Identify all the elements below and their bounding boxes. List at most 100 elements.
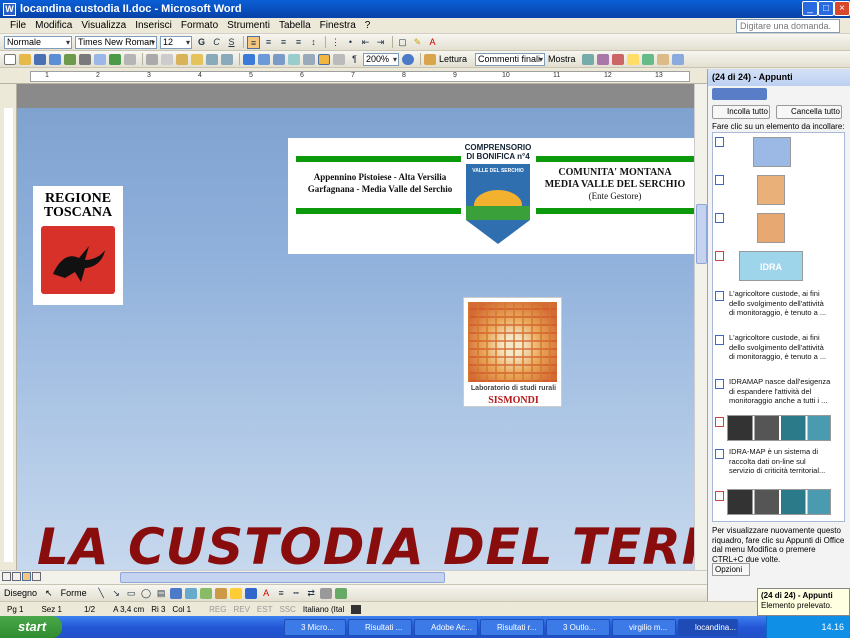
clipboard-item-image[interactable] — [713, 173, 833, 207]
menu-file[interactable]: File — [10, 20, 26, 31]
font-color-icon[interactable]: A — [426, 36, 439, 49]
review-icon[interactable] — [581, 53, 594, 65]
vertical-scrollbar[interactable] — [694, 84, 707, 570]
justify-icon[interactable]: ≡ — [292, 36, 305, 49]
regione-toscana-logo[interactable]: REGIONE TOSCANA — [33, 186, 123, 305]
bold-button[interactable]: G — [195, 36, 208, 49]
decrease-indent-icon[interactable]: ⇤ — [359, 36, 372, 49]
taskbar-item[interactable]: 3 Outlo... — [546, 618, 610, 636]
line-style-icon[interactable]: ≡ — [275, 587, 288, 600]
increase-indent-icon[interactable]: ⇥ — [374, 36, 387, 49]
align-center-icon[interactable]: ≡ — [262, 36, 275, 49]
underline-button[interactable]: S — [225, 36, 238, 49]
clipboard-item-image[interactable] — [713, 135, 833, 169]
clipboard-item-text[interactable]: IDRA-MAP è un sistema di raccolta dati o… — [713, 447, 833, 487]
preview-icon[interactable] — [94, 53, 106, 65]
fill-color-icon[interactable] — [229, 587, 242, 599]
oval-icon[interactable]: ◯ — [140, 587, 153, 600]
new-icon[interactable] — [4, 53, 16, 65]
3d-icon[interactable] — [334, 587, 347, 599]
numbering-icon[interactable]: ⋮ — [329, 36, 342, 49]
clipboard-list[interactable]: IDRA L'agricoltore custode, ai fini dell… — [712, 132, 845, 522]
menu-strumenti[interactable]: Strumenti — [227, 20, 270, 31]
select-objects-icon[interactable]: ↖ — [45, 588, 53, 599]
scroll-thumb[interactable] — [696, 204, 707, 264]
show-menu[interactable]: Mostra — [548, 54, 576, 64]
pane-navigation[interactable] — [712, 88, 767, 100]
taskbar-item[interactable]: Risultati r... — [480, 618, 544, 636]
highlight-icon[interactable]: ✎ — [411, 36, 424, 49]
track-changes-select[interactable]: Commenti finali — [475, 52, 546, 66]
arrow-icon[interactable]: ↘ — [110, 587, 123, 600]
help-search-input[interactable]: Digitare una domanda. — [736, 19, 840, 33]
menu-tabella[interactable]: Tabella — [279, 20, 311, 31]
clear-all-button[interactable]: Cancella tutto — [776, 105, 842, 119]
taskbar-item[interactable]: locandina... — [678, 618, 738, 636]
normal-view-icon[interactable] — [2, 572, 11, 581]
horizontal-scrollbar[interactable] — [0, 570, 707, 584]
font-color-icon[interactable]: A — [260, 587, 273, 600]
excel-icon[interactable] — [288, 53, 300, 65]
help-icon[interactable] — [402, 53, 414, 65]
clipart-icon[interactable] — [199, 587, 212, 599]
border-icon[interactable]: ▢ — [396, 36, 409, 49]
save-icon[interactable] — [34, 53, 46, 65]
align-left-icon[interactable]: ≡ — [247, 35, 260, 49]
options-button[interactable]: Opzioni — [712, 563, 750, 576]
taskbar-item[interactable]: Risultati ... — [348, 618, 412, 636]
toolbar-options-icon[interactable] — [671, 53, 684, 65]
zoom-select[interactable]: 200% — [363, 52, 399, 66]
menu-visualizza[interactable]: Visualizza — [81, 20, 126, 31]
draw-menu[interactable]: Disegno — [4, 588, 37, 598]
taskbar-item[interactable]: virgilio m... — [612, 618, 676, 636]
email-icon[interactable] — [64, 53, 76, 65]
style-select[interactable]: Normale — [4, 35, 72, 49]
dash-style-icon[interactable]: ┅ — [290, 587, 303, 600]
header-banner-image[interactable]: Appennino Pistoiese - Alta Versilia Garf… — [288, 138, 694, 254]
tables-icon[interactable] — [258, 53, 270, 65]
outline-view-icon[interactable] — [32, 572, 41, 581]
arrow-style-icon[interactable]: ⇄ — [305, 587, 318, 600]
shadow-icon[interactable] — [319, 587, 332, 599]
paste-icon[interactable] — [176, 53, 188, 65]
hyperlink-icon[interactable] — [243, 53, 255, 65]
read-button[interactable]: Lettura — [439, 54, 467, 64]
document-area[interactable]: Appennino Pistoiese - Alta Versilia Garf… — [17, 84, 694, 570]
drawing-icon[interactable] — [318, 53, 330, 65]
maximize-button[interactable]: □ — [818, 1, 834, 16]
start-button[interactable]: start — [0, 616, 62, 638]
line-spacing-icon[interactable]: ↕ — [307, 36, 320, 49]
align-right-icon[interactable]: ≡ — [277, 36, 290, 49]
permission-icon[interactable] — [49, 53, 61, 65]
open-icon[interactable] — [19, 53, 31, 65]
font-select[interactable]: Times New Roman — [75, 35, 157, 49]
menu-inserisci[interactable]: Inserisci — [135, 20, 172, 31]
cut-icon[interactable] — [146, 53, 158, 65]
clipboard-item-image[interactable] — [713, 489, 833, 519]
menu-modifica[interactable]: Modifica — [35, 20, 72, 31]
autoshapes-menu[interactable]: Forme — [61, 588, 87, 598]
sismondi-logo[interactable]: Laboratorio di studi rurali SISMONDI — [463, 297, 562, 407]
print-layout-icon[interactable] — [22, 572, 31, 581]
rectangle-icon[interactable]: ▭ — [125, 587, 138, 600]
line-color-icon[interactable] — [244, 587, 257, 599]
close-button[interactable]: × — [834, 1, 850, 16]
clipboard-item-text[interactable]: L'agricoltore custode, ai fini dello svo… — [713, 333, 833, 373]
textbox-icon[interactable]: ▤ — [155, 587, 168, 600]
document-page[interactable]: Appennino Pistoiese - Alta Versilia Garf… — [17, 108, 694, 570]
spelling-icon[interactable] — [109, 53, 121, 65]
show-hide-icon[interactable]: ¶ — [348, 53, 361, 66]
minimize-button[interactable]: _ — [802, 1, 818, 16]
insert-table-icon[interactable] — [273, 53, 285, 65]
status-record[interactable]: REG — [209, 605, 226, 614]
paste-all-button[interactable]: Incolla tutto — [712, 105, 770, 119]
spelling-status-icon[interactable] — [351, 604, 362, 614]
copy-icon[interactable] — [161, 53, 173, 65]
status-extend[interactable]: EST — [257, 605, 273, 614]
reviewing-pane-icon[interactable] — [641, 53, 654, 65]
status-revisions[interactable]: REV — [233, 605, 249, 614]
menu-finestra[interactable]: Finestra — [320, 20, 356, 31]
diagram-icon[interactable] — [184, 587, 197, 599]
folder-icon[interactable] — [656, 53, 669, 65]
font-size-select[interactable]: 12 — [160, 35, 192, 49]
